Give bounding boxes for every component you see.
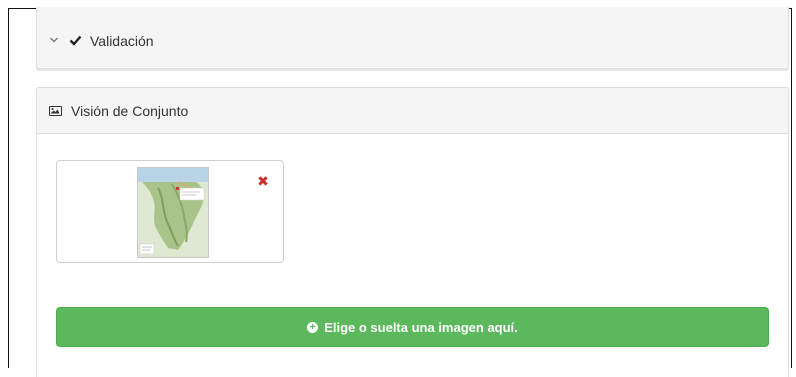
remove-image-button[interactable]: ✖ bbox=[255, 173, 271, 189]
validation-panel: Validación bbox=[36, 7, 789, 69]
upload-image-label: Elige o suelta una imagen aquí. bbox=[324, 319, 518, 335]
overview-panel-header: Visión de Conjunto bbox=[37, 88, 788, 134]
upload-image-button[interactable]: + Elige o suelta una imagen aquí. bbox=[56, 307, 769, 347]
overview-panel: Visión de Conjunto ✖ + Elige o suelta un… bbox=[36, 87, 789, 377]
close-icon[interactable]: ✖ bbox=[257, 173, 269, 189]
form-container: Validación Visión de Conjunto ✖ + Elige … bbox=[8, 7, 792, 377]
picture-icon bbox=[49, 105, 62, 116]
validation-panel-title: Validación bbox=[90, 33, 154, 49]
check-icon bbox=[69, 34, 82, 49]
map-thumbnail[interactable] bbox=[137, 167, 209, 258]
validation-panel-header[interactable]: Validación bbox=[37, 7, 788, 67]
plus-circle-icon: + bbox=[307, 321, 319, 333]
overview-panel-title: Visión de Conjunto bbox=[71, 102, 189, 119]
chevron-down-icon[interactable] bbox=[49, 35, 61, 47]
image-preview-card: ✖ bbox=[56, 160, 284, 263]
